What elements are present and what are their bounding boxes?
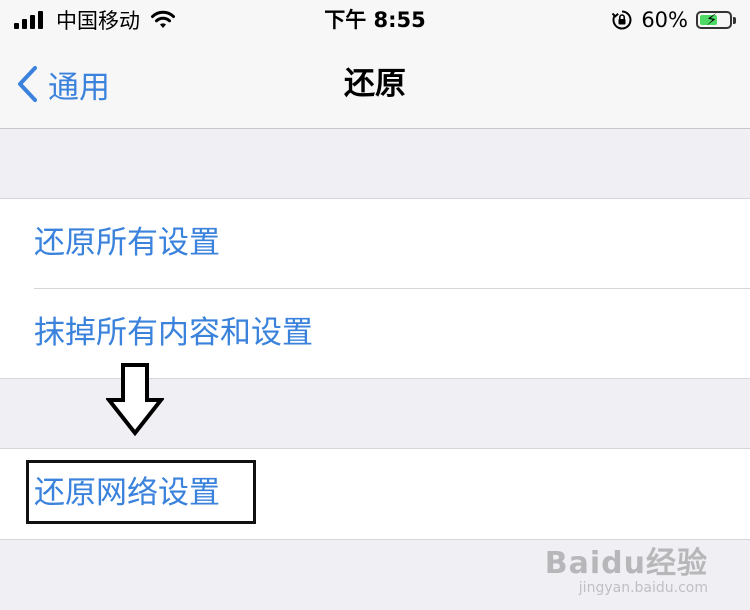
orientation-lock-icon <box>612 10 632 30</box>
status-right: 60% ⚡ <box>611 6 736 34</box>
reset-all-settings-row[interactable]: 还原所有设置 <box>0 199 750 287</box>
highlight-box <box>26 460 256 524</box>
reset-options-group: 还原所有设置 抹掉所有内容和设置 <box>0 198 750 379</box>
navigation-bar: 通用 还原 <box>0 40 750 129</box>
battery-percent: 60% <box>641 8 688 32</box>
erase-all-content-label: 抹掉所有内容和设置 <box>34 315 313 351</box>
baidu-watermark: Baidu经验 jingyan.baidu.com <box>545 538 708 596</box>
bolt-icon: ⚡ <box>706 10 718 29</box>
reset-all-settings-label: 还原所有设置 <box>34 225 220 261</box>
battery-charging-icon: ⚡ <box>696 11 732 29</box>
battery-tip <box>733 16 736 24</box>
down-arrow-icon <box>106 363 164 436</box>
watermark-url: jingyan.baidu.com <box>578 580 708 596</box>
page-title: 还原 <box>344 66 406 102</box>
status-bar: 中国移动 下午 8:55 60% ⚡ <box>0 0 750 40</box>
watermark-logo: Baidu经验 <box>544 546 708 581</box>
